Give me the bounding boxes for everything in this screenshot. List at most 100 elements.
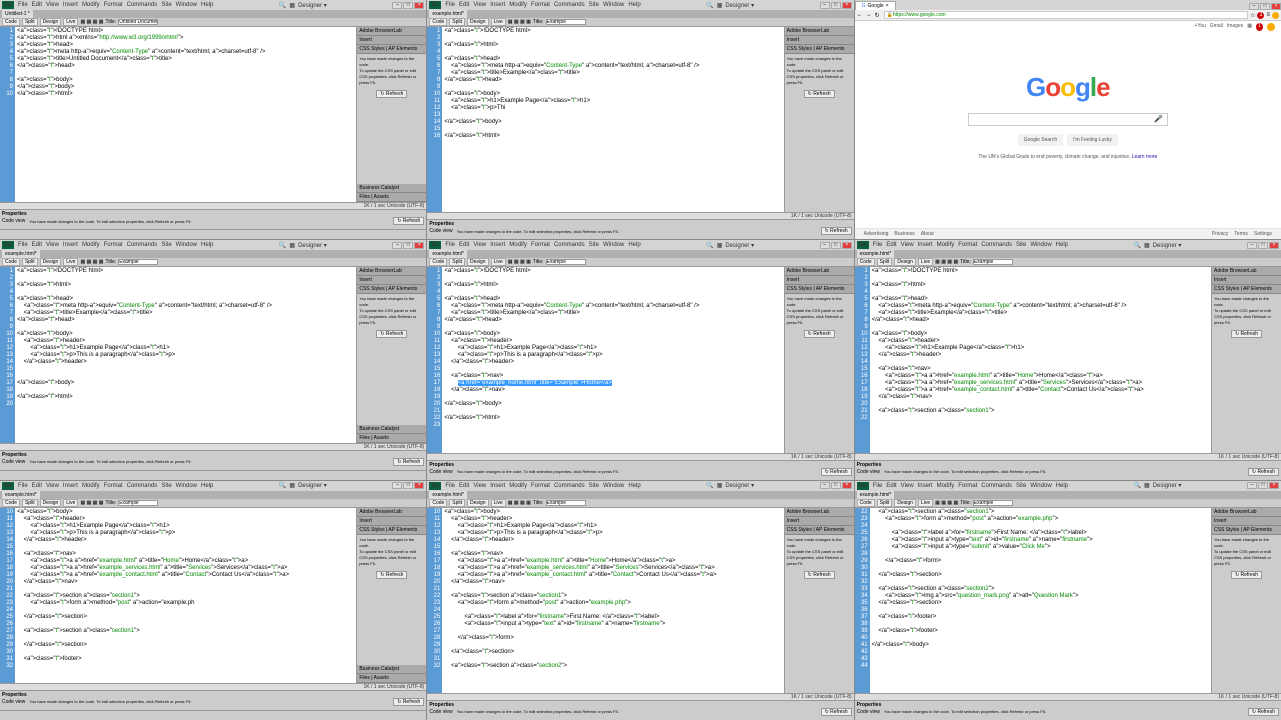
apps-icon[interactable]: ▦ <box>1247 23 1252 31</box>
search-icon[interactable]: 🔍 <box>706 482 713 489</box>
panel-business-catalyst[interactable]: Business Catalyst <box>357 184 426 193</box>
code-editor[interactable]: <a">class="t">section a">class="section1… <box>870 508 1211 693</box>
url-input[interactable]: 🔒 https://www.google.com <box>884 11 1248 19</box>
live-view-button[interactable]: Live <box>918 499 933 507</box>
menu-item[interactable]: Site <box>1016 483 1026 489</box>
maximize-button[interactable]: □ <box>831 482 841 489</box>
menu-item[interactable]: Help <box>628 2 640 8</box>
title-input[interactable] <box>546 259 586 265</box>
split-view-button[interactable]: Split <box>22 258 38 266</box>
document-tab[interactable]: example.html* <box>857 491 895 499</box>
panel-css-styles[interactable]: CSS Styles | AP Elements <box>785 45 854 54</box>
title-input[interactable] <box>118 259 158 265</box>
code-view-button[interactable]: Code <box>857 499 875 507</box>
bookmark-icon[interactable]: ☆ <box>1250 12 1255 19</box>
workspace-label[interactable]: Designer ▾ <box>725 2 754 9</box>
panel-adobe-browserlab[interactable]: Adobe BrowserLab <box>1212 508 1281 517</box>
design-view-button[interactable]: Design <box>894 258 916 266</box>
menu-item[interactable]: Commands <box>127 483 158 489</box>
design-view-button[interactable]: Design <box>467 258 489 266</box>
menu-item[interactable]: View <box>46 2 59 8</box>
layout-icon[interactable]: ▦ <box>1144 482 1150 489</box>
document-tab[interactable]: example.html* <box>429 250 467 258</box>
refresh-button[interactable]: ↻ Refresh <box>804 571 835 579</box>
maximize-button[interactable]: □ <box>1260 3 1270 10</box>
code-view-button[interactable]: Code <box>2 18 20 26</box>
search-icon[interactable]: 🔍 <box>279 2 286 9</box>
close-button[interactable]: × <box>1269 242 1279 249</box>
panel-insert[interactable]: Insert <box>785 36 854 45</box>
menu-item[interactable]: Site <box>1016 242 1026 248</box>
split-view-button[interactable]: Split <box>22 499 38 507</box>
menu-item[interactable]: Window <box>1030 242 1051 248</box>
search-icon[interactable]: 🔍 <box>706 2 713 9</box>
panel-css-styles[interactable]: CSS Styles | AP Elements <box>1212 285 1281 294</box>
menu-item[interactable]: Help <box>201 2 213 8</box>
menu-item[interactable]: Format <box>958 483 977 489</box>
close-button[interactable]: × <box>842 242 852 249</box>
title-input[interactable] <box>118 19 158 25</box>
minimize-button[interactable]: – <box>392 242 402 249</box>
panel-adobe-browserlab[interactable]: Adobe BrowserLab <box>1212 267 1281 276</box>
layout-icon[interactable]: ▦ <box>289 2 295 9</box>
code-editor[interactable]: <a">class="t">!DOCTYPE html><a">class="t… <box>15 27 356 202</box>
title-input[interactable] <box>118 500 158 506</box>
menu-item[interactable]: Window <box>176 483 197 489</box>
menu-item[interactable]: Modify <box>509 242 527 248</box>
design-view-button[interactable]: Design <box>467 499 489 507</box>
menu-item[interactable]: Insert <box>490 2 505 8</box>
title-input[interactable] <box>973 259 1013 265</box>
maximize-button[interactable]: □ <box>1258 482 1268 489</box>
live-view-button[interactable]: Live <box>491 258 506 266</box>
live-view-button[interactable]: Live <box>63 258 78 266</box>
title-input[interactable] <box>973 500 1013 506</box>
panel-insert[interactable]: Insert <box>1212 276 1281 285</box>
refresh-button[interactable]: ↻ Refresh <box>1231 571 1262 579</box>
menu-item[interactable]: View <box>46 483 59 489</box>
panel-insert[interactable]: Insert <box>785 517 854 526</box>
footer-link[interactable]: Terms <box>1234 231 1248 237</box>
menu-item[interactable]: View <box>901 483 914 489</box>
properties-refresh-button[interactable]: ↻ Refresh <box>1248 468 1279 476</box>
avatar-icon[interactable] <box>1272 12 1279 19</box>
panel-css-styles[interactable]: CSS Styles | AP Elements <box>357 45 426 54</box>
mic-icon[interactable]: 🎤 <box>1154 115 1163 123</box>
panel-css-styles[interactable]: CSS Styles | AP Elements <box>785 285 854 294</box>
menu-item[interactable]: File <box>18 242 28 248</box>
panel-adobe-browserlab[interactable]: Adobe BrowserLab <box>785 267 854 276</box>
menu-item[interactable]: Insert <box>63 2 78 8</box>
code-editor[interactable]: <a">class="t">body> <a">class="t">header… <box>442 508 783 693</box>
title-input[interactable] <box>546 19 586 25</box>
menu-icon[interactable]: ≡ <box>1266 12 1270 18</box>
menu-item[interactable]: Modify <box>82 242 100 248</box>
footer-link[interactable]: Advertising <box>864 231 889 237</box>
panel-css-styles[interactable]: CSS Styles | AP Elements <box>357 526 426 535</box>
close-tab-icon[interactable]: × <box>886 3 889 9</box>
menu-item[interactable]: Help <box>1056 242 1068 248</box>
close-button[interactable]: × <box>842 2 852 9</box>
properties-refresh-button[interactable]: ↻ Refresh <box>821 468 852 476</box>
code-editor[interactable]: <a">class="t">!DOCTYPE html><a">class="t… <box>870 267 1211 452</box>
panel-insert[interactable]: Insert <box>785 276 854 285</box>
panel-adobe-browserlab[interactable]: Adobe BrowserLab <box>357 267 426 276</box>
menu-item[interactable]: File <box>873 242 883 248</box>
minimize-button[interactable]: – <box>820 242 830 249</box>
refresh-button[interactable]: ↻ Refresh <box>376 90 407 98</box>
code-editor[interactable]: <a">class="t">!DOCTYPE html><a">class="t… <box>15 267 356 442</box>
split-view-button[interactable]: Split <box>449 18 465 26</box>
menu-item[interactable]: Modify <box>509 2 527 8</box>
workspace-label[interactable]: Designer ▾ <box>298 482 327 489</box>
footer-link[interactable]: Settings <box>1254 231 1272 237</box>
minimize-button[interactable]: – <box>1247 482 1257 489</box>
split-view-button[interactable]: Split <box>449 499 465 507</box>
document-tab[interactable]: example.html* <box>429 10 467 18</box>
code-editor[interactable]: <a">class="t">body> <a">class="t">header… <box>15 508 356 683</box>
header-link[interactable]: +You <box>1194 23 1205 31</box>
panel-insert[interactable]: Insert <box>357 517 426 526</box>
menu-item[interactable]: Edit <box>32 242 42 248</box>
menu-item[interactable]: Modify <box>82 483 100 489</box>
footer-link[interactable]: About <box>921 231 934 237</box>
menu-item[interactable]: Edit <box>459 483 469 489</box>
feeling-lucky-button[interactable]: I'm Feeling Lucky <box>1067 134 1118 146</box>
document-tab[interactable]: example.html* <box>2 250 40 258</box>
